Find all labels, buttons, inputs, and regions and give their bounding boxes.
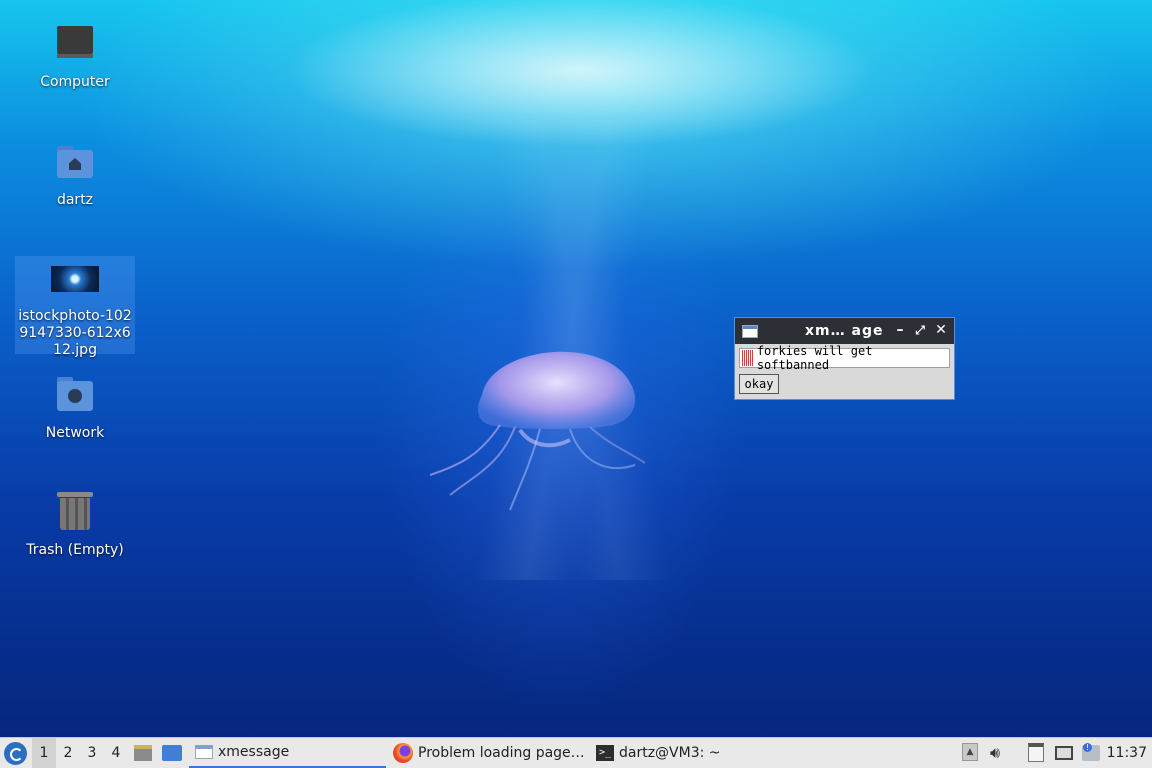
- workspace-3[interactable]: 3: [80, 738, 104, 768]
- window-app-icon: [742, 324, 758, 338]
- desktop-icon: [162, 745, 182, 761]
- close-button[interactable]: ✕: [932, 321, 950, 339]
- trash-icon: [51, 490, 99, 538]
- minimize-button[interactable]: –: [891, 321, 909, 339]
- task-label: xmessage: [218, 744, 290, 760]
- network-status-button[interactable]: [1055, 743, 1075, 763]
- window-titlebar[interactable]: xm… age – ⤢ ✕: [735, 318, 954, 344]
- message-text-box: forkies will get softbanned: [739, 344, 950, 372]
- home-folder-icon: [51, 140, 99, 188]
- task-firefox[interactable]: Problem loading page…: [393, 738, 588, 768]
- image-thumbnail-icon: [51, 256, 99, 304]
- firefox-icon: [393, 743, 413, 763]
- terminal-icon: >_: [596, 745, 614, 761]
- desktop-icon-home-folder[interactable]: dartz: [15, 140, 135, 209]
- show-desktop-launcher[interactable]: [162, 743, 184, 763]
- task-label: dartz@VM3: ~: [619, 745, 721, 761]
- desktop-icon-label: Computer: [40, 74, 110, 90]
- file-manager-icon: [134, 745, 152, 761]
- desktop-icon-trash[interactable]: Trash (Empty): [15, 490, 135, 559]
- window-title: xm… age: [805, 323, 884, 339]
- desktop-icon-label: istockphoto-1029147330-612x612.jpg: [18, 308, 132, 358]
- volume-button[interactable]: 🔊︎: [990, 743, 1010, 763]
- okay-button[interactable]: okay: [739, 374, 779, 394]
- computer-icon: [51, 22, 99, 70]
- desktop-icon-label: Trash (Empty): [26, 542, 124, 558]
- wallpaper-jellyfish: [429, 351, 646, 511]
- file-manager-launcher[interactable]: [134, 743, 154, 763]
- task-label: Problem loading page…: [418, 745, 585, 761]
- desktop-icon-network[interactable]: Network: [15, 373, 135, 442]
- notification-button[interactable]: !: [1082, 743, 1102, 763]
- desktop-icon-label: Network: [45, 425, 105, 441]
- workspace-1[interactable]: 1: [32, 738, 56, 768]
- desktop-icon-computer[interactable]: Computer: [15, 22, 135, 91]
- workspace-2[interactable]: 2: [56, 738, 80, 768]
- update-alert-icon: !: [1082, 743, 1100, 761]
- network-wired-icon: [1055, 746, 1073, 760]
- clock[interactable]: 11:37: [1107, 738, 1147, 768]
- workspace-4[interactable]: 4: [104, 738, 128, 768]
- network-folder-icon: [51, 373, 99, 421]
- task-terminal[interactable]: >_ dartz@VM3: ~: [596, 738, 786, 768]
- taskbar: 1 2 3 4 xmessage Problem loading page… >…: [0, 737, 1152, 768]
- text-scrollbar[interactable]: [742, 350, 754, 366]
- chevron-up-icon: ▲: [962, 743, 978, 761]
- desktop-icon-image-file[interactable]: istockphoto-1029147330-612x612.jpg: [15, 256, 135, 358]
- maximize-button[interactable]: ⤢: [911, 321, 929, 339]
- task-xmessage[interactable]: xmessage: [189, 738, 386, 768]
- window-icon: [195, 745, 213, 759]
- xmessage-window: xm… age – ⤢ ✕ forkies will get softbanne…: [734, 317, 955, 400]
- desktop-icon-label: dartz: [56, 192, 94, 208]
- tray-expand-button[interactable]: ▲: [962, 743, 982, 763]
- clipboard-icon: [1028, 743, 1044, 762]
- speaker-icon: 🔊︎: [990, 743, 1001, 762]
- message-text: forkies will get softbanned: [756, 344, 873, 372]
- clipboard-button[interactable]: [1028, 743, 1048, 763]
- start-menu-button[interactable]: [4, 742, 27, 765]
